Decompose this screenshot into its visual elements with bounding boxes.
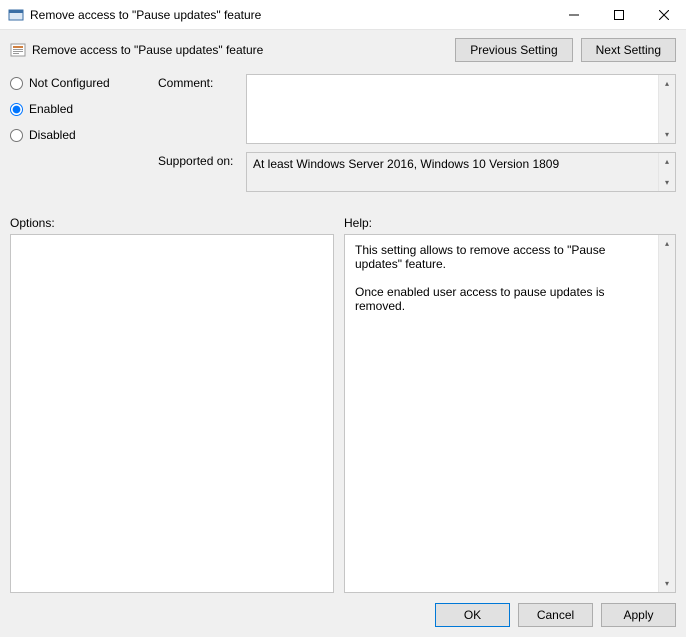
state-radio-group: Not Configured Enabled Disabled: [10, 74, 140, 200]
comment-field-wrap: ▴ ▾: [246, 74, 676, 144]
scroll-up-icon[interactable]: ▴: [659, 235, 675, 252]
maximize-button[interactable]: [596, 0, 641, 29]
panel-labels: Options: Help:: [10, 216, 676, 230]
options-content: [11, 235, 333, 592]
titlebar: Remove access to "Pause updates" feature: [0, 0, 686, 30]
help-panel: This setting allows to remove access to …: [344, 234, 676, 593]
config-area: Not Configured Enabled Disabled Comment:…: [10, 74, 676, 200]
options-label: Options:: [10, 216, 334, 230]
help-text-line: Once enabled user access to pause update…: [355, 285, 648, 313]
help-label: Help:: [344, 216, 372, 230]
scrollbar[interactable]: ▴ ▾: [658, 153, 675, 191]
footer-buttons: OK Cancel Apply: [10, 593, 676, 627]
options-panel: [10, 234, 334, 593]
supported-on-field-wrap: ▴ ▾: [246, 152, 676, 192]
scroll-up-icon[interactable]: ▴: [659, 153, 675, 170]
radio-label: Disabled: [29, 128, 76, 142]
minimize-button[interactable]: [551, 0, 596, 29]
page-title: Remove access to "Pause updates" feature: [32, 43, 449, 57]
scroll-down-icon[interactable]: ▾: [659, 575, 675, 592]
scroll-down-icon[interactable]: ▾: [659, 174, 675, 191]
next-setting-button[interactable]: Next Setting: [581, 38, 676, 62]
apply-button[interactable]: Apply: [601, 603, 676, 627]
radio-label: Not Configured: [29, 76, 110, 90]
app-icon: [8, 7, 24, 23]
cancel-button[interactable]: Cancel: [518, 603, 593, 627]
scroll-down-icon[interactable]: ▾: [659, 126, 675, 143]
radio-not-configured[interactable]: Not Configured: [10, 76, 140, 90]
fields-column: Comment: ▴ ▾ Supported on: ▴ ▾: [158, 74, 676, 200]
window-controls: [551, 0, 686, 29]
radio-disabled[interactable]: Disabled: [10, 128, 140, 142]
radio-not-configured-input[interactable]: [10, 77, 23, 90]
comment-field[interactable]: [247, 75, 658, 143]
radio-enabled[interactable]: Enabled: [10, 102, 140, 116]
supported-on-label: Supported on:: [158, 152, 238, 192]
window-title: Remove access to "Pause updates" feature: [30, 8, 551, 22]
scroll-up-icon[interactable]: ▴: [659, 75, 675, 92]
scrollbar[interactable]: ▴ ▾: [658, 75, 675, 143]
close-button[interactable]: [641, 0, 686, 29]
help-text-line: This setting allows to remove access to …: [355, 243, 648, 271]
content-area: Remove access to "Pause updates" feature…: [0, 30, 686, 637]
radio-disabled-input[interactable]: [10, 129, 23, 142]
header-row: Remove access to "Pause updates" feature…: [10, 38, 676, 62]
comment-label: Comment:: [158, 74, 238, 144]
previous-setting-button[interactable]: Previous Setting: [455, 38, 572, 62]
help-content: This setting allows to remove access to …: [345, 235, 658, 592]
radio-enabled-input[interactable]: [10, 103, 23, 116]
radio-label: Enabled: [29, 102, 73, 116]
panels-row: This setting allows to remove access to …: [10, 234, 676, 593]
policy-icon: [10, 42, 26, 58]
supported-on-field: [247, 153, 658, 191]
scrollbar[interactable]: ▴ ▾: [658, 235, 675, 592]
ok-button[interactable]: OK: [435, 603, 510, 627]
